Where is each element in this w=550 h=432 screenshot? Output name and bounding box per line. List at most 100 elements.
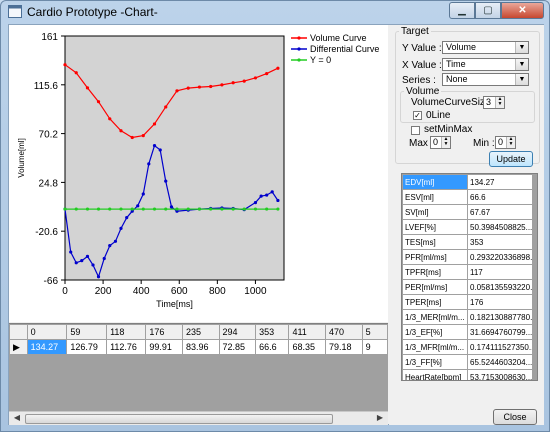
row-selector-icon[interactable]: ▶ <box>9 339 28 355</box>
x-tick-label: 0 <box>62 286 68 297</box>
x-axis-label: Time[ms] <box>156 299 193 309</box>
table-row[interactable]: TPER[ms] 176 <box>402 294 533 310</box>
grid-column-header[interactable]: 176 <box>145 324 183 340</box>
table-row[interactable]: ESV[ml] 66.6 <box>402 189 533 205</box>
property-value: 0.174111527350... <box>467 339 533 355</box>
settings-panel: Target Y Value : Volume ▼ X Value : Time… <box>389 25 544 425</box>
horizontal-scrollbar[interactable]: ◀ ▶ <box>9 411 388 425</box>
x-tick-label: 600 <box>171 286 188 297</box>
close-window-button[interactable]: ✕ <box>501 2 544 19</box>
set-min-max-checkbox[interactable] <box>411 126 420 135</box>
minimize-button[interactable]: ▁ <box>449 2 475 19</box>
spinner-arrows-icon[interactable]: ▲ ▼ <box>495 97 504 108</box>
table-row[interactable]: PFR[ml/ms] 0.293220336898... <box>402 249 533 265</box>
property-name: PFR[ml/ms] <box>402 249 468 265</box>
grid-column-header[interactable]: 294 <box>218 324 257 340</box>
min-spinner[interactable]: 0 ▲ ▼ <box>495 136 516 149</box>
table-row[interactable]: 1/3_MER[ml/m... 0.182130887780... <box>402 309 533 325</box>
grid-cell[interactable]: 68.35 <box>288 339 326 355</box>
data-grid: 0 59 118 176 235 294 353 411 470 5 ▶ 134.27 126.79… <box>9 323 389 425</box>
data-point <box>259 194 263 198</box>
property-value: 66.6 <box>467 189 533 205</box>
min-value: 0 <box>498 137 504 147</box>
curve-size-spinner[interactable]: 3 ▲ ▼ <box>483 96 505 109</box>
table-row[interactable]: TES[ms] 353 <box>402 234 533 250</box>
data-point <box>186 86 190 90</box>
grid-column-header[interactable]: 0 <box>26 324 68 340</box>
data-point <box>197 207 202 211</box>
data-point <box>231 207 235 211</box>
grid-cell[interactable]: 112.76 <box>106 339 147 355</box>
chart-panel: 161 115.6 70.2 24.8 -20.6 -66 0 200 400 600 800 100… <box>9 25 388 322</box>
grid-cell[interactable]: 99.91 <box>145 339 183 355</box>
series-select[interactable]: None ▼ <box>442 73 529 86</box>
spinner-arrows-icon[interactable]: ▲ ▼ <box>441 137 450 148</box>
spinner-arrows-icon[interactable]: ▲ ▼ <box>506 137 515 148</box>
grid-cell[interactable]: 72.85 <box>218 339 257 355</box>
property-value: 0.293220336898... <box>467 249 533 265</box>
grid-column-header[interactable]: 235 <box>181 324 220 340</box>
data-point <box>231 81 235 85</box>
data-point <box>147 162 151 166</box>
property-value: 65.5244603204... <box>467 354 533 370</box>
data-point <box>209 207 213 211</box>
grid-column-header[interactable]: 118 <box>106 324 147 340</box>
grid-cell[interactable]: 134.27 <box>26 339 68 355</box>
maximize-button[interactable]: ▢ <box>475 2 501 19</box>
data-point <box>113 239 118 243</box>
data-point <box>164 105 168 109</box>
scroll-thumb[interactable] <box>25 414 333 424</box>
grid-column-header[interactable]: 59 <box>66 324 108 340</box>
scroll-left-icon[interactable]: ◀ <box>10 413 24 425</box>
max-spinner[interactable]: 0 ▲ ▼ <box>430 136 451 149</box>
x-value-label: X Value : <box>402 60 442 71</box>
data-point <box>270 190 274 194</box>
grid-column-header[interactable]: 5 <box>361 324 389 340</box>
chevron-down-icon: ▼ <box>515 74 528 85</box>
property-value: 0.182130887780... <box>467 309 533 325</box>
grid-cell[interactable]: 79.18 <box>325 339 363 355</box>
table-row[interactable]: 1/3_FF[%] 65.5244603204... <box>402 354 533 370</box>
close-button[interactable]: Close <box>493 409 537 425</box>
table-row[interactable]: 1/3_EF[%] 31.6694760799... <box>402 324 533 340</box>
grid-column-header[interactable]: 470 <box>325 324 363 340</box>
title-bar[interactable]: Cardio Prototype -Chart- ▁ ▢ ✕ <box>1 1 549 23</box>
grid-column-header[interactable]: 411 <box>288 324 326 340</box>
grid-cell[interactable]: 83.96 <box>181 339 220 355</box>
update-button[interactable]: Update <box>489 151 533 167</box>
target-group-label: Target <box>399 26 431 37</box>
data-point <box>169 205 174 209</box>
x-tick-label: 800 <box>209 286 226 297</box>
grid-column-header[interactable]: 353 <box>255 324 290 340</box>
table-row[interactable]: HeartRate[bpm] 53.7153008630... <box>402 369 533 380</box>
scroll-right-icon[interactable]: ▶ <box>373 413 387 425</box>
data-point <box>265 72 269 76</box>
table-row[interactable]: LVEF[%] 50.3984508825... <box>402 219 533 235</box>
table-row[interactable]: EDV[ml] 134.27 <box>402 174 533 190</box>
y-tick-label: 24.8 <box>39 178 59 189</box>
data-point <box>119 129 123 133</box>
table-row[interactable]: SV[ml] 67.67 <box>402 204 533 220</box>
table-row[interactable]: TPFR[ms] 117 <box>402 264 533 280</box>
table-row[interactable]: 1/3_MFR[ml/m... 0.174111527350... <box>402 339 533 355</box>
data-point <box>74 207 78 211</box>
grid-cell[interactable]: 126.79 <box>66 339 108 355</box>
property-name: SV[ml] <box>402 204 468 220</box>
grid-cell[interactable]: 66.6 <box>255 339 290 355</box>
property-value: 50.3984508825... <box>467 219 533 235</box>
property-value: 176 <box>467 294 533 310</box>
data-point <box>108 207 112 211</box>
grid-header-row: 0 59 118 176 235 294 353 411 470 5 <box>9 324 389 340</box>
x-value-select[interactable]: Time ▼ <box>442 58 529 71</box>
client-area: 161 115.6 70.2 24.8 -20.6 -66 0 200 400 600 800 100… <box>8 24 544 425</box>
zero-line-checkbox[interactable]: ✓ <box>413 111 422 120</box>
y-value-select[interactable]: Volume ▼ <box>442 41 529 54</box>
data-point <box>85 207 90 211</box>
data-point <box>130 135 134 140</box>
series-label: Series : <box>402 75 436 86</box>
table-row[interactable]: ▶ 134.27 126.79 112.76 99.91 83.96 72.85 66.6 6… <box>9 339 389 355</box>
grid-cell[interactable]: 9 <box>361 339 389 355</box>
y-tick-label: -66 <box>44 276 59 287</box>
data-point <box>74 261 78 265</box>
table-row[interactable]: PER[ml/ms] 0.058135593220... <box>402 279 533 295</box>
